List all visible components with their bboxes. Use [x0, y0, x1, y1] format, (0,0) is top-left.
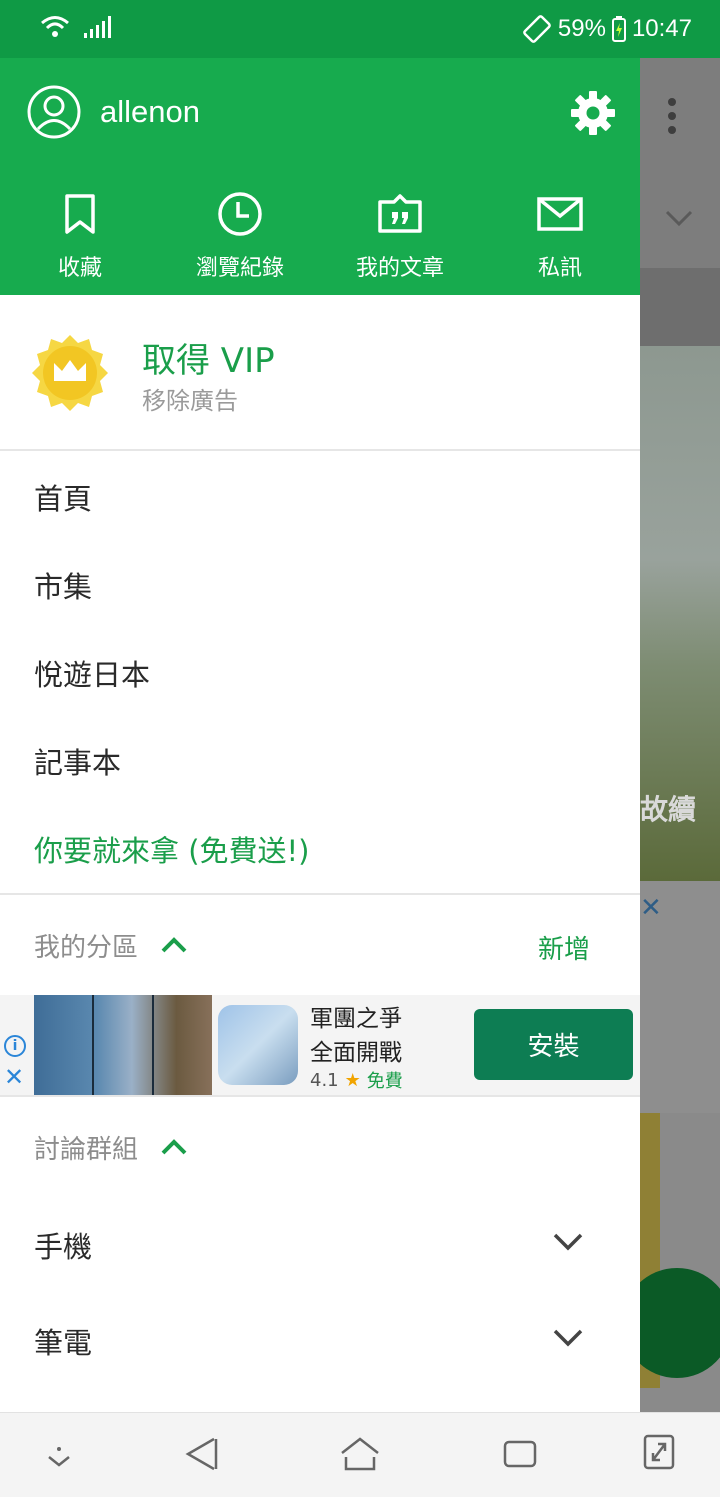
- quick-action-my-articles[interactable]: 我的文章: [320, 188, 480, 282]
- back-icon[interactable]: [184, 1435, 220, 1473]
- background-page: 故續 ✕: [640, 58, 720, 1412]
- overflow-menu-icon[interactable]: [668, 98, 678, 140]
- group-label: 手機: [34, 1230, 93, 1264]
- ad-rating-value: 4.1: [310, 1069, 339, 1091]
- crown-badge-icon: [32, 335, 108, 411]
- username[interactable]: allenon: [100, 94, 200, 130]
- article-quote-icon: [378, 194, 422, 233]
- rotate-icon: [523, 15, 551, 43]
- background-toolbar: [640, 58, 720, 268]
- ad-close-icon[interactable]: ✕: [4, 1063, 24, 1091]
- vip-subtitle: 移除廣告: [142, 387, 238, 415]
- quick-action-history[interactable]: 瀏覽紀錄: [160, 188, 320, 282]
- gear-icon[interactable]: [568, 88, 618, 138]
- group-item-laptops[interactable]: 筆電: [0, 1293, 640, 1389]
- chevron-up-icon[interactable]: [160, 936, 188, 954]
- home-icon[interactable]: [338, 1435, 382, 1473]
- background-close-icon: ✕: [640, 893, 662, 923]
- my-section-header[interactable]: 我的分區 新增: [0, 895, 640, 995]
- menu-item-free-giveaway[interactable]: 你要就來拿 (免費送!): [0, 805, 640, 893]
- drawer-header: allenon 收藏 瀏覽紀錄 我的文章 私訊: [0, 58, 640, 295]
- star-icon: ★: [344, 1069, 361, 1091]
- recent-apps-icon[interactable]: [502, 1437, 538, 1471]
- hide-keyboard-icon[interactable]: [44, 1445, 74, 1469]
- group-item-phones[interactable]: 手機: [0, 1197, 640, 1293]
- quick-action-label: 瀏覽紀錄: [195, 256, 284, 281]
- navigation-drawer: allenon 收藏 瀏覽紀錄 我的文章 私訊 取得 VIP 移除廣告 首頁 市…: [0, 58, 640, 1412]
- vip-promo[interactable]: 取得 VIP 移除廣告: [0, 295, 640, 451]
- background-image-text: 故續: [640, 793, 697, 826]
- ad-screenshot: [34, 995, 212, 1095]
- expand-icon[interactable]: [642, 1433, 676, 1471]
- menu-item-notebook[interactable]: 記事本: [0, 717, 640, 805]
- group-label: 筆電: [34, 1326, 93, 1360]
- install-button[interactable]: 安裝: [474, 1009, 633, 1080]
- wifi-icon: [41, 16, 69, 37]
- chevron-up-icon[interactable]: [160, 1138, 188, 1156]
- bookmark-icon: [65, 194, 95, 234]
- menu-item-japan-travel[interactable]: 悅遊日本: [0, 629, 640, 717]
- clock-time: 10:47: [631, 15, 692, 42]
- chevron-down-icon[interactable]: [664, 208, 694, 228]
- status-bar: 59% 10:47: [0, 0, 720, 58]
- vip-title: 取得 VIP: [142, 341, 275, 381]
- ad-rating: 4.1 ★ 免費: [310, 1067, 403, 1093]
- chevron-down-icon[interactable]: [552, 1327, 584, 1347]
- battery-charging-icon: [611, 16, 626, 42]
- system-nav-bar: [0, 1412, 720, 1497]
- ad-app-name: 軍團之爭: [310, 1006, 402, 1032]
- quick-actions: 收藏 瀏覽紀錄 我的文章 私訊: [0, 188, 640, 282]
- ad-app-icon: [218, 1005, 298, 1085]
- user-avatar-icon[interactable]: [26, 84, 82, 140]
- quick-action-label: 私訊: [537, 256, 582, 281]
- chevron-down-icon[interactable]: [552, 1231, 584, 1251]
- mail-icon: [537, 197, 583, 231]
- quick-action-label: 收藏: [57, 256, 102, 281]
- quick-action-label: 我的文章: [355, 256, 444, 281]
- groups-section-header[interactable]: 討論群組: [0, 1097, 640, 1197]
- quick-action-messages[interactable]: 私訊: [480, 188, 640, 282]
- ad-info-icon[interactable]: i: [4, 1035, 26, 1057]
- quick-action-bookmarks[interactable]: 收藏: [0, 188, 160, 282]
- menu-item-home[interactable]: 首頁: [0, 453, 640, 541]
- drawer-menu: 首頁 市集 悅遊日本 記事本 你要就來拿 (免費送!) 我的分區 新增 i ✕ …: [0, 453, 640, 1389]
- ad-price: 免費: [366, 1071, 403, 1092]
- ad-app-name-line2: 全面開戰: [310, 1040, 402, 1066]
- my-section-title: 我的分區: [34, 932, 139, 963]
- background-strip: [640, 268, 720, 346]
- signal-icon: [84, 16, 111, 38]
- floating-action-button[interactable]: [640, 1268, 720, 1378]
- ad-banner[interactable]: i ✕ 軍團之爭 全面開戰 4.1 ★ 免費 安裝: [0, 995, 640, 1095]
- battery-percent: 59%: [557, 15, 606, 42]
- groups-section-title: 討論群組: [34, 1134, 139, 1165]
- menu-item-market[interactable]: 市集: [0, 541, 640, 629]
- add-section-button[interactable]: 新增: [538, 929, 590, 966]
- clock-icon: [218, 192, 262, 236]
